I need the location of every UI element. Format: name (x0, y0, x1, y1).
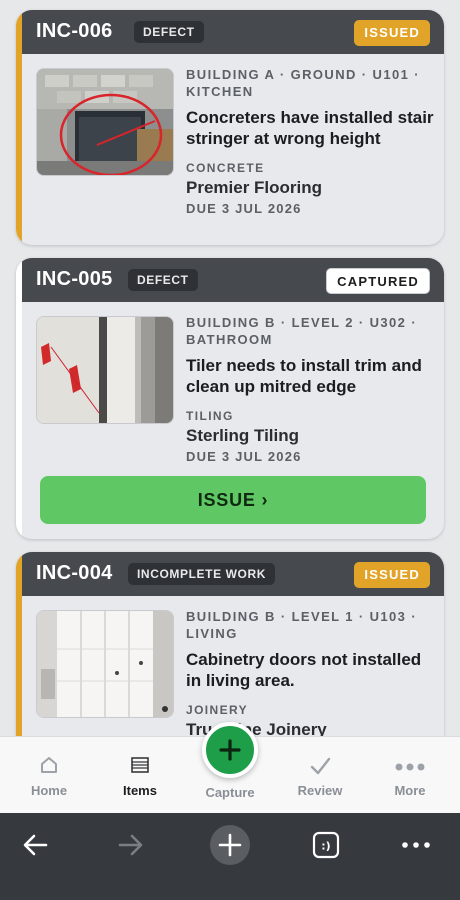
card-header: INC-004 INCOMPLETE WORK ISSUED (22, 552, 444, 596)
company-name: Sterling Tiling (186, 426, 300, 445)
svg-text::): :) (321, 840, 330, 853)
incident-card[interactable]: INC-006 DEFECT ISSUED BUILDING A · GROUN… (16, 10, 444, 245)
nav-more-label: More (394, 783, 426, 798)
nav-items-label: Items (123, 783, 157, 798)
browser-toolbar: :) (0, 813, 460, 900)
location-label: BUILDING B · LEVEL 1 · U103 · LIVING (186, 609, 418, 641)
nav-more[interactable]: More (364, 737, 456, 814)
incident-info: BUILDING B · LEVEL 1 · U103 · LIVING Cab… (186, 608, 434, 740)
list-icon (94, 755, 186, 779)
card-header: INC-005 DEFECT CAPTURED (22, 258, 444, 302)
issue-button[interactable]: ISSUE › (40, 476, 426, 524)
incident-photo[interactable] (36, 68, 174, 176)
description: Concreters have installed stair stringer… (186, 108, 434, 148)
type-badge: DEFECT (128, 269, 198, 291)
nav-home[interactable]: Home (3, 737, 95, 814)
new-tab-plus-icon[interactable] (206, 821, 254, 869)
ellipsis-icon (364, 755, 456, 779)
type-badge: INCOMPLETE WORK (128, 563, 275, 585)
incident-id: INC-004 (36, 562, 113, 584)
nav-review-label: Review (297, 783, 343, 798)
forward-arrow-icon[interactable] (108, 821, 156, 869)
incident-info: BUILDING B · LEVEL 2 · U302 · BATHROOM T… (186, 314, 434, 464)
menu-dots-icon[interactable] (392, 821, 440, 869)
nav-items[interactable]: Items (94, 737, 186, 814)
trade-label: JOINERY (186, 703, 249, 717)
capture-button[interactable] (202, 722, 258, 778)
location-label: BUILDING A · GROUND · U101 · KITCHEN (186, 67, 420, 99)
home-icon (3, 755, 95, 779)
incident-photo[interactable] (36, 316, 174, 424)
status-badge: CAPTURED (326, 268, 430, 294)
status-badge: ISSUED (354, 562, 430, 588)
app-screen: INC-006 DEFECT ISSUED BUILDING A · GROUN… (0, 0, 460, 900)
checkmark-icon (274, 755, 366, 779)
incident-info: BUILDING A · GROUND · U101 · KITCHEN Con… (186, 66, 434, 216)
due-date: DUE 3 JUL 2026 (186, 201, 302, 216)
plus-icon (219, 739, 241, 761)
back-arrow-icon[interactable] (12, 821, 60, 869)
incident-id: INC-005 (36, 268, 113, 290)
incident-id: INC-006 (36, 20, 113, 42)
incident-card[interactable]: INC-005 DEFECT CAPTURED BUILDING B · LEV… (16, 258, 444, 539)
trade-label: CONCRETE (186, 161, 265, 175)
company-name: Premier Flooring (186, 178, 323, 197)
location-label: BUILDING B · LEVEL 2 · U302 · BATHROOM (186, 315, 418, 347)
description: Tiler needs to install trim and clean up… (186, 356, 422, 396)
capture-label: Capture (205, 785, 255, 800)
description: Cabinetry doors not installed in living … (186, 650, 422, 690)
card-header: INC-006 DEFECT ISSUED (22, 10, 444, 54)
type-badge: DEFECT (134, 21, 204, 43)
due-date: DUE 3 JUL 2026 (186, 449, 302, 464)
incident-photo[interactable] (36, 610, 174, 718)
status-badge: ISSUED (354, 20, 430, 46)
nav-review[interactable]: Review (274, 737, 366, 814)
tab-switcher-icon[interactable]: :) (302, 821, 350, 869)
trade-label: TILING (186, 409, 234, 423)
nav-home-label: Home (30, 783, 68, 798)
